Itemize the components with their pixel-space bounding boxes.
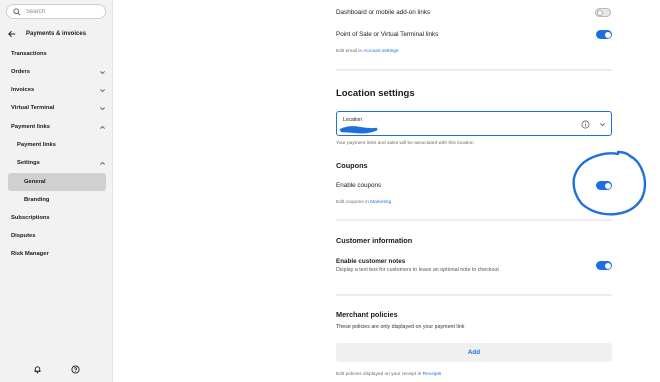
customer-info-title: Customer information — [336, 236, 413, 245]
enable-coupons-toggle[interactable] — [596, 181, 612, 190]
sidebar-item-label: General — [24, 179, 46, 185]
sidebar-item-label: Transactions — [11, 51, 47, 57]
toggle-knob — [604, 182, 611, 189]
dashboard-links-toggle[interactable] — [595, 8, 611, 17]
sidebar-item-virtual-terminal[interactable]: Virtual Terminal — [11, 103, 106, 113]
bell-icon[interactable] — [33, 365, 42, 374]
edit-email-prefix: Edit email in — [336, 49, 364, 54]
sidebar-item-label: Settings — [17, 160, 40, 166]
location-settings-title: Location settings — [336, 88, 415, 99]
add-policy-button[interactable]: Add — [336, 343, 612, 362]
edit-policies-note: Edit policies displayed on your receipt … — [336, 372, 441, 377]
sidebar-footer — [0, 364, 113, 376]
sidebar-item-label: Subscriptions — [11, 215, 50, 221]
toggle-knob — [604, 31, 611, 38]
sidebar-item-invoices[interactable]: Invoices — [11, 85, 106, 95]
sidebar-item-label: Disputes — [11, 233, 36, 239]
chevron-down-icon — [100, 70, 105, 74]
toggle-knob — [597, 9, 603, 16]
help-icon[interactable] — [71, 365, 80, 374]
sidebar-item-label: Orders — [11, 69, 31, 75]
main-content: Dashboard or mobile add-on links Point o… — [113, 0, 660, 382]
back-arrow-icon — [8, 30, 16, 38]
redaction-scribble — [339, 126, 378, 134]
chevron-up-icon — [100, 161, 105, 165]
sidebar-item-subscriptions[interactable]: Subscriptions — [11, 213, 106, 223]
sidebar-item-orders[interactable]: Orders — [11, 67, 106, 77]
receipts-link[interactable]: Receipts — [423, 372, 442, 377]
sidebar-item-disputes[interactable]: Disputes — [11, 231, 106, 241]
back-button[interactable]: Payments & invoices — [8, 29, 108, 39]
sidebar-subitem-branding[interactable]: Branding — [24, 195, 106, 205]
enable-coupons-label: Enable coupons — [336, 182, 382, 189]
chevron-down-icon — [100, 88, 105, 92]
location-help-text: Your payment links and sales will be ass… — [336, 141, 474, 146]
marketing-link[interactable]: Marketing — [370, 200, 391, 205]
search-box[interactable] — [6, 4, 106, 19]
add-button-label: Add — [467, 349, 481, 356]
sidebar-item-label: Risk Manager — [11, 251, 49, 257]
divider — [336, 69, 612, 71]
divider — [336, 294, 612, 296]
pos-links-toggle[interactable] — [596, 30, 612, 39]
merchant-policies-title: Merchant policies — [336, 310, 398, 319]
edit-coupons-note: Edit coupons in Marketing — [336, 200, 391, 205]
sidebar-subitem-payment-links[interactable]: Payment links — [17, 140, 106, 150]
back-title: Payments & invoices — [26, 31, 87, 37]
sidebar-subitem-general[interactable]: General — [24, 177, 106, 187]
sidebar-item-payment-links[interactable]: Payment links — [11, 122, 106, 132]
account-settings-link[interactable]: Account settings — [363, 49, 398, 54]
location-select[interactable]: Location — [336, 111, 612, 136]
coupons-title: Coupons — [336, 161, 368, 170]
sidebar-item-label: Payment links — [17, 142, 56, 148]
sidebar: Payments & invoices Transactions Orders … — [0, 0, 113, 382]
edit-coupons-prefix: Edit coupons in — [336, 200, 371, 205]
sidebar-item-label: Virtual Terminal — [11, 105, 55, 111]
divider — [336, 219, 612, 221]
sidebar-item-label: Branding — [24, 197, 50, 203]
edit-policies-prefix: Edit policies displayed on your receipt … — [336, 372, 423, 377]
sidebar-subitem-settings[interactable]: Settings — [17, 158, 106, 168]
edit-email-note: Edit email in Account settings — [336, 49, 398, 54]
merchant-policies-desc: These policies are only displayed on you… — [336, 324, 465, 330]
toggle-knob — [604, 262, 611, 269]
enable-notes-toggle[interactable] — [596, 261, 612, 270]
sidebar-item-label: Payment links — [11, 124, 50, 130]
chevron-down-icon — [600, 123, 605, 127]
enable-notes-desc: Display a text box for customers to leav… — [336, 267, 499, 273]
sidebar-item-transactions[interactable]: Transactions — [11, 49, 106, 59]
search-icon — [13, 7, 21, 15]
chevron-down-icon — [100, 106, 105, 110]
search-input[interactable] — [25, 8, 105, 15]
dashboard-links-label: Dashboard or mobile add-on links — [336, 9, 431, 16]
sidebar-item-label: Invoices — [11, 87, 35, 93]
sidebar-item-risk-manager[interactable]: Risk Manager — [11, 249, 106, 259]
pos-links-label: Point of Sale or Virtual Terminal links — [336, 31, 439, 38]
chevron-up-icon — [100, 125, 105, 129]
enable-notes-label: Enable customer notes — [336, 258, 406, 265]
info-icon[interactable] — [581, 120, 590, 129]
